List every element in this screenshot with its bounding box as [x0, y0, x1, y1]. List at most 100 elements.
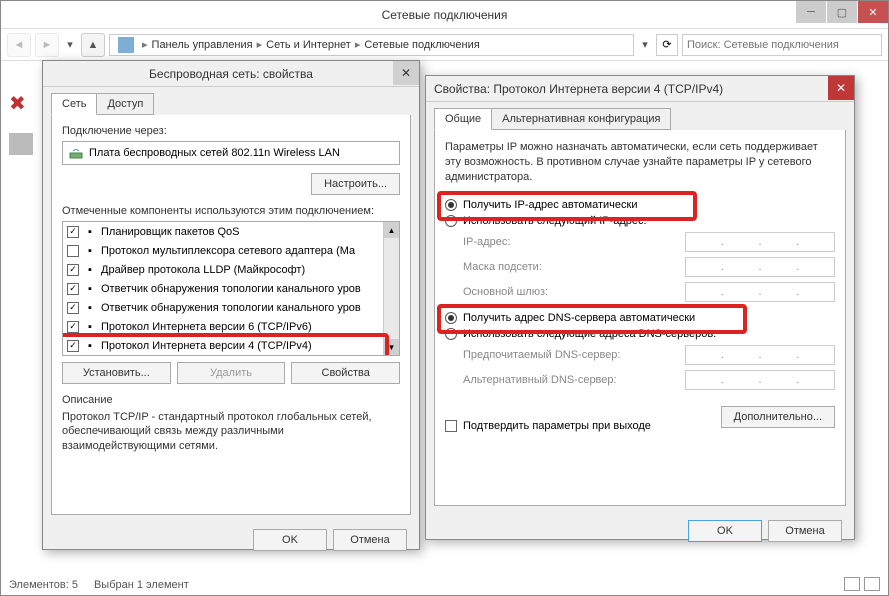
minimize-button[interactable]: ─ — [796, 1, 826, 23]
tab-alternate[interactable]: Альтернативная конфигурация — [491, 108, 671, 130]
checkbox-icon[interactable] — [67, 245, 79, 257]
view-switch[interactable] — [844, 577, 880, 591]
forward-button[interactable]: ► — [35, 33, 59, 57]
component-item[interactable]: ✓▪Ответчик обнаружения топологии канальн… — [63, 298, 383, 317]
protocol-icon: ▪ — [83, 282, 97, 296]
dns-alternate-field[interactable]: ... — [685, 370, 835, 390]
component-item[interactable]: ✓ ▪ Планировщик пакетов QoS — [63, 222, 383, 241]
gateway-label: Основной шлюз: — [463, 286, 685, 298]
checkbox-label: Подтвердить параметры при выходе — [463, 420, 651, 432]
breadcrumb-dropdown[interactable]: ▾ — [638, 33, 652, 57]
refresh-button[interactable]: ⟳ — [656, 34, 678, 56]
gateway-field[interactable]: ... — [685, 282, 835, 302]
ip-address-label: IP-адрес: — [463, 236, 685, 248]
checkbox-icon[interactable]: ✓ — [67, 283, 79, 295]
component-item[interactable]: ✓ ▪ Ответчик обнаружения топологии канальн… — [63, 279, 383, 298]
window-title: Сетевые подключения — [382, 8, 508, 22]
ipv4-properties-dialog: Свойства: Протокол Интернета версии 4 (T… — [425, 75, 855, 540]
advanced-button[interactable]: Дополнительно... — [721, 406, 835, 428]
close-icon[interactable]: ✕ — [828, 76, 854, 100]
history-dropdown[interactable]: ▾ — [63, 33, 77, 57]
protocol-icon: ▪ — [83, 320, 97, 334]
properties-button[interactable]: Свойства — [291, 362, 400, 384]
tab-network[interactable]: Сеть — [51, 93, 97, 115]
cancel-button[interactable]: Отмена — [768, 520, 842, 542]
status-count: Элементов: 5 — [9, 579, 78, 591]
description-label: Описание — [62, 394, 400, 406]
ok-button[interactable]: OK — [688, 520, 762, 542]
radio-dns-auto[interactable]: Получить адрес DNS-сервера автоматически — [445, 312, 835, 324]
component-item[interactable]: ✓▪Протокол Интернета версии 4 (TCP/IPv4) — [63, 336, 383, 355]
control-panel-icon — [118, 37, 134, 53]
connect-via-label: Подключение через: — [62, 125, 400, 137]
back-button[interactable]: ◄ — [7, 33, 31, 57]
maximize-button[interactable]: ▢ — [827, 1, 857, 23]
adapter-field: Плата беспроводных сетей 802.11n Wireles… — [62, 141, 400, 165]
cancel-button[interactable]: Отмена — [333, 529, 407, 551]
component-label: Планировщик пакетов QoS — [101, 226, 240, 238]
breadcrumb-seg[interactable]: Панель управления — [152, 39, 253, 51]
checkbox-icon[interactable]: ✓ — [67, 321, 79, 333]
radio-label: Получить IP-адрес автоматически — [463, 199, 637, 211]
remove-button[interactable]: Удалить — [177, 362, 286, 384]
close-icon[interactable]: ✕ — [393, 61, 419, 85]
dns-alternate-label: Альтернативный DNS-сервер: — [463, 374, 685, 386]
component-label: Протокол мультиплексора сетевого адаптер… — [101, 245, 355, 257]
components-label: Отмеченные компоненты используются этим … — [62, 205, 400, 217]
breadcrumb-seg[interactable]: Сетевые подключения — [364, 39, 479, 51]
breadcrumb-seg[interactable]: Сеть и Интернет — [266, 39, 351, 51]
install-button[interactable]: Установить... — [62, 362, 171, 384]
dialog-titlebar: Беспроводная сеть: свойства ✕ — [43, 61, 419, 87]
subnet-mask-label: Маска подсети: — [463, 261, 685, 273]
protocol-icon: ▪ — [83, 263, 97, 277]
close-button[interactable]: ✕ — [858, 1, 888, 23]
disabled-icon: ✖ — [9, 91, 33, 113]
dialog-title: Свойства: Протокол Интернета версии 4 (T… — [434, 82, 723, 96]
radio-icon — [445, 215, 457, 227]
scroll-up-icon[interactable]: ▲ — [384, 222, 399, 238]
protocol-icon: ▪ — [83, 301, 97, 315]
ok-button[interactable]: OK — [253, 529, 327, 551]
radio-icon — [445, 199, 457, 211]
dns-preferred-field[interactable]: ... — [685, 345, 835, 365]
toolbar: ◄ ► ▾ ▲ ▸ Панель управления ▸ Сеть и Инт… — [1, 29, 888, 61]
wireless-properties-dialog: Беспроводная сеть: свойства ✕ Сеть Досту… — [42, 60, 420, 550]
component-label: Протокол Интернета версии 6 (TCP/IPv6) — [101, 321, 312, 333]
up-button[interactable]: ▲ — [81, 33, 105, 57]
confirm-on-exit-checkbox[interactable]: Подтвердить параметры при выходе — [445, 420, 651, 432]
dialog-titlebar: Свойства: Протокол Интернета версии 4 (T… — [426, 76, 854, 102]
radio-icon — [445, 328, 457, 340]
description-text: Протокол TCP/IP - стандартный протокол г… — [62, 410, 400, 453]
scroll-down-icon[interactable]: ▼ — [384, 339, 399, 355]
radio-ip-auto[interactable]: Получить IP-адрес автоматически — [445, 199, 835, 211]
component-label: Ответчик обнаружения топологии канальног… — [101, 283, 361, 295]
status-selected: Выбран 1 элемент — [94, 579, 189, 591]
radio-label: Использовать следующий IP-адрес: — [463, 215, 647, 227]
tab-general[interactable]: Общие — [434, 108, 492, 130]
search-input[interactable] — [682, 34, 882, 56]
checkbox-icon[interactable]: ✓ — [67, 264, 79, 276]
checkbox-icon[interactable]: ✓ — [67, 302, 79, 314]
component-item[interactable]: ✓▪Драйвер протокола LLDP (Майкрософт) — [63, 260, 383, 279]
configure-button[interactable]: Настроить... — [311, 173, 400, 195]
radio-ip-manual[interactable]: Использовать следующий IP-адрес: — [445, 215, 835, 227]
checkbox-icon[interactable]: ✓ — [67, 226, 79, 238]
tab-access[interactable]: Доступ — [96, 93, 154, 115]
adapter-name: Плата беспроводных сетей 802.11n Wireles… — [89, 147, 340, 159]
checkbox-icon — [445, 420, 457, 432]
component-item[interactable]: ▪ Протокол мультиплексора сетевого адапте… — [63, 241, 383, 260]
component-item[interactable]: ✓ ▪ Протокол Интернета версии 6 (TCP/IPv6) — [63, 317, 383, 336]
checkbox-icon[interactable]: ✓ — [67, 340, 79, 352]
radio-dns-manual[interactable]: Использовать следующие адреса DNS-сервер… — [445, 328, 835, 340]
ip-address-field[interactable]: ... — [685, 232, 835, 252]
protocol-icon: ▪ — [83, 244, 97, 258]
protocol-icon: ▪ — [83, 225, 97, 239]
scrollbar[interactable]: ▲ ▼ — [383, 222, 399, 355]
components-list[interactable]: ✓ ▪ Планировщик пакетов QoS ▪ Протокол мульт… — [62, 221, 400, 356]
dns-preferred-label: Предпочитаемый DNS-сервер: — [463, 349, 685, 361]
breadcrumb[interactable]: ▸ Панель управления ▸ Сеть и Интернет ▸ … — [109, 34, 634, 56]
status-bar: Элементов: 5 Выбран 1 элемент — [9, 579, 189, 591]
info-text: Параметры IP можно назначать автоматичес… — [445, 140, 835, 185]
subnet-mask-field[interactable]: ... — [685, 257, 835, 277]
titlebar: Сетевые подключения ─ ▢ ✕ — [1, 1, 888, 29]
